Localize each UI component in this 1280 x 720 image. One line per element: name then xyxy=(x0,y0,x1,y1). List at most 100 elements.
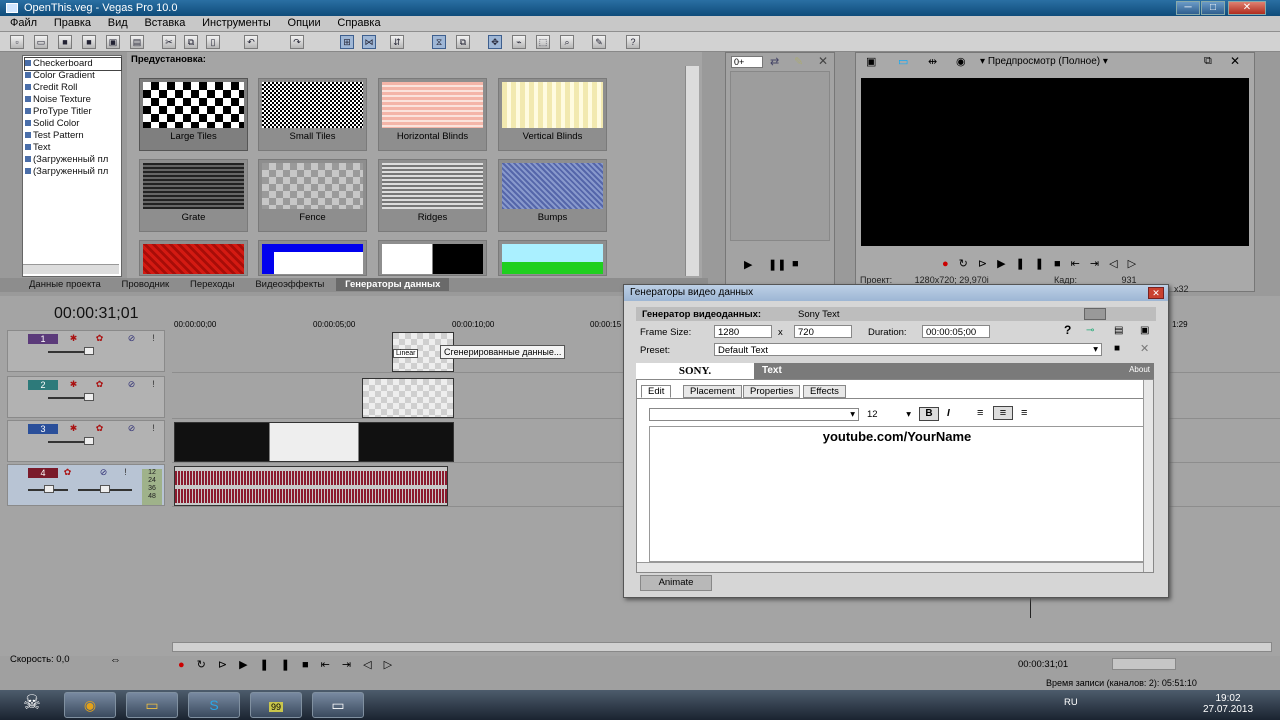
level-slider[interactable] xyxy=(48,397,88,399)
preset-scrollbar[interactable] xyxy=(685,66,699,276)
help-icon[interactable]: ? xyxy=(626,35,640,49)
audio-track-header[interactable]: 4 ✿ ⊘ ! 12 24 36 48 xyxy=(7,464,165,506)
menu-tools[interactable]: Инструменты xyxy=(202,17,271,29)
editor-vscroll[interactable] xyxy=(1143,380,1153,572)
split-screen-icon[interactable]: ⇹ xyxy=(928,55,937,68)
go-end-icon[interactable]: ⇥ xyxy=(342,659,363,671)
align-left-icon[interactable]: ≡ xyxy=(977,407,983,419)
play-from-start-icon[interactable]: ⊳ xyxy=(218,659,239,671)
ignore-grouping-icon[interactable]: ⧉ xyxy=(456,35,470,49)
settings-icon[interactable]: ▣ xyxy=(1140,325,1149,336)
preset-select[interactable]: Default Text ▾ xyxy=(714,343,1102,356)
audio-clip[interactable] xyxy=(174,466,448,506)
volume-knob[interactable] xyxy=(44,485,54,493)
bypass-icon[interactable]: ▤ xyxy=(1114,325,1123,336)
tab-media-generators[interactable]: Генераторы данных xyxy=(336,278,450,291)
skype-taskbar-icon[interactable]: S xyxy=(188,692,240,718)
animate-button[interactable]: Animate xyxy=(640,575,712,591)
monitor-taskbar-icon[interactable]: ▭ xyxy=(312,692,364,718)
fx-icon[interactable]: ✿ xyxy=(94,333,105,344)
preset-thumb[interactable]: Small Tiles xyxy=(258,78,367,151)
zoom-tool-icon[interactable]: ⌕ xyxy=(560,35,574,49)
go-start-icon[interactable]: ⇤ xyxy=(321,659,342,671)
minimize-button[interactable]: ─ xyxy=(1176,1,1200,15)
preset-thumb[interactable]: Fence xyxy=(258,159,367,232)
fx-icon[interactable]: ✿ xyxy=(94,423,105,434)
normal-edit-tool-icon[interactable]: ✥ xyxy=(488,35,502,49)
record-icon[interactable]: ● xyxy=(942,258,959,270)
mute-icon[interactable]: ⊘ xyxy=(98,467,109,478)
generator-item[interactable]: (Загруженный пл xyxy=(25,166,121,178)
align-right-icon[interactable]: ≡ xyxy=(1021,407,1027,419)
preset-thumb[interactable]: Large Tiles xyxy=(139,78,248,151)
pause-icon[interactable]: ❚❚ xyxy=(260,659,302,671)
generator-item[interactable]: Checkerboard xyxy=(24,57,122,71)
motion-icon[interactable]: ✱ xyxy=(68,333,79,344)
plugin-chain-icon[interactable]: ⊸ xyxy=(1086,325,1094,336)
preset-thumb[interactable]: Bumps xyxy=(498,159,607,232)
start-button[interactable]: ☠ xyxy=(8,690,56,720)
about-link[interactable]: About xyxy=(1129,365,1150,374)
italic-button[interactable]: I xyxy=(947,408,950,419)
maximize-button[interactable]: □ xyxy=(1201,1,1225,15)
clock[interactable]: 19:02 27.07.2013 xyxy=(1198,693,1258,715)
tab-project-media[interactable]: Данные проекта xyxy=(20,278,110,291)
preset-thumb[interactable]: Horizontal Blinds xyxy=(378,78,487,151)
play-icon[interactable]: ▶ xyxy=(239,659,259,671)
copy-snapshot-icon[interactable]: ⧉ xyxy=(1204,55,1212,68)
tab-edit[interactable]: Edit xyxy=(641,385,672,398)
open-icon[interactable]: ▭ xyxy=(34,35,48,49)
close-button[interactable]: ✕ xyxy=(1228,1,1266,15)
fx-icon[interactable]: ✿ xyxy=(94,379,105,390)
level-slider[interactable] xyxy=(48,351,88,353)
menu-options[interactable]: Опции xyxy=(288,17,321,29)
track-header[interactable]: 3 ✱ ✿ ⊘ ! xyxy=(7,420,165,462)
new-icon[interactable]: ▫ xyxy=(10,35,24,49)
menu-insert[interactable]: Вставка xyxy=(144,17,185,29)
preset-thumb[interactable]: Grate xyxy=(139,159,248,232)
ripple-icon[interactable]: ✎ xyxy=(592,35,606,49)
play-icon[interactable]: ▶ xyxy=(997,258,1015,270)
paste-icon[interactable]: ▯ xyxy=(206,35,220,49)
prev-frame-icon[interactable]: ◁ xyxy=(363,659,383,671)
mute-icon[interactable]: ⊘ xyxy=(126,423,137,434)
font-select[interactable]: ▾ xyxy=(649,408,859,421)
trimmer-zoom-select[interactable]: 0+ xyxy=(731,56,763,68)
redo-icon[interactable]: ↷ xyxy=(290,35,304,49)
duration-field[interactable]: 00:00:05;00 xyxy=(922,325,990,338)
dialog-close-button[interactable]: ✕ xyxy=(1148,287,1164,299)
font-size-select[interactable]: 12 ▾ xyxy=(867,409,911,420)
generator-item[interactable]: (Загруженный пл xyxy=(25,154,121,166)
generated-media-clip[interactable] xyxy=(362,378,454,418)
speed-scrubber-icon[interactable]: ⇔ xyxy=(110,654,121,666)
frame-height-field[interactable]: 720 xyxy=(794,325,852,338)
generator-item[interactable]: Solid Color xyxy=(25,118,121,130)
tab-explorer[interactable]: Проводник xyxy=(113,278,179,291)
prev-frame-icon[interactable]: ◁ xyxy=(1109,258,1127,270)
mute-icon[interactable]: ⊘ xyxy=(126,379,137,390)
selection-length-field[interactable] xyxy=(1112,658,1176,670)
pan-knob[interactable] xyxy=(100,485,110,493)
explorer-taskbar-icon[interactable]: ▭ xyxy=(126,692,178,718)
tab-video-fx[interactable]: Видеоэффекты xyxy=(246,278,333,291)
mute-icon[interactable]: ⊘ xyxy=(126,333,137,344)
preset-thumb[interactable] xyxy=(258,240,367,276)
solo-icon[interactable]: ! xyxy=(120,467,131,478)
generator-item[interactable]: Credit Roll xyxy=(25,82,121,94)
play-from-start-icon[interactable]: ⊳ xyxy=(978,258,997,270)
menu-help[interactable]: Справка xyxy=(337,17,380,29)
loop-icon[interactable]: ↻ xyxy=(959,258,978,270)
save-as-icon[interactable]: ■ xyxy=(82,35,96,49)
menu-edit[interactable]: Правка xyxy=(54,17,91,29)
frame-width-field[interactable]: 1280 xyxy=(714,325,772,338)
overlays-icon[interactable]: ◉ xyxy=(956,55,966,68)
record-icon[interactable]: ● xyxy=(178,659,197,671)
generator-item[interactable]: Noise Texture xyxy=(25,94,121,106)
preset-thumb[interactable] xyxy=(139,240,248,276)
motion-icon[interactable]: ✱ xyxy=(68,423,79,434)
crossfade-icon[interactable]: ⧖ xyxy=(432,35,446,49)
selection-tool-icon[interactable]: ⬚ xyxy=(536,35,550,49)
copy-icon[interactable]: ⧉ xyxy=(184,35,198,49)
delete-preset-icon[interactable]: ✕ xyxy=(1140,342,1149,355)
motion-icon[interactable]: ✱ xyxy=(68,379,79,390)
